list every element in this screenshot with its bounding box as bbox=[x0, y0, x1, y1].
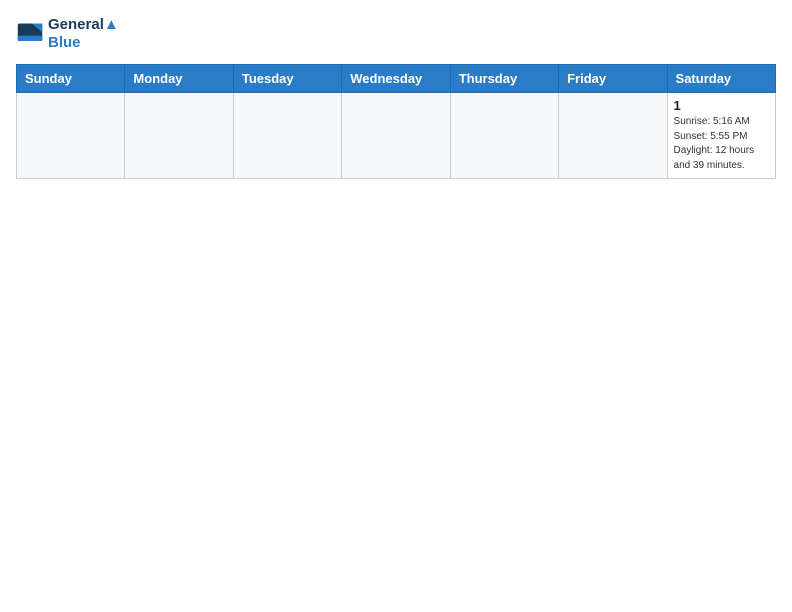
logo-text: General▲ Blue bbox=[48, 16, 119, 52]
day-header-saturday: Saturday bbox=[667, 65, 775, 93]
calendar-cell-empty bbox=[17, 93, 125, 179]
logo: General▲ Blue bbox=[16, 16, 119, 52]
calendar-cell: 1 Sunrise: 5:16 AMSunset: 5:55 PMDaylight… bbox=[667, 93, 775, 179]
calendar-header-row: SundayMondayTuesdayWednesdayThursdayFrid… bbox=[17, 65, 776, 93]
calendar-cell-empty bbox=[125, 93, 233, 179]
day-header-sunday: Sunday bbox=[17, 65, 125, 93]
calendar-cell-empty bbox=[233, 93, 341, 179]
calendar-week-row: 1 Sunrise: 5:16 AMSunset: 5:55 PMDaylight… bbox=[17, 93, 776, 179]
day-header-monday: Monday bbox=[125, 65, 233, 93]
page-header: General▲ Blue bbox=[16, 16, 776, 52]
day-header-friday: Friday bbox=[559, 65, 667, 93]
day-header-wednesday: Wednesday bbox=[342, 65, 450, 93]
calendar-cell-empty bbox=[342, 93, 450, 179]
day-number: 1 bbox=[674, 98, 769, 113]
calendar-cell-empty bbox=[450, 93, 558, 179]
day-header-tuesday: Tuesday bbox=[233, 65, 341, 93]
day-header-thursday: Thursday bbox=[450, 65, 558, 93]
cell-content: Sunrise: 5:16 AMSunset: 5:55 PMDaylight:… bbox=[674, 115, 769, 173]
calendar-table: SundayMondayTuesdayWednesdayThursdayFrid… bbox=[16, 64, 776, 179]
calendar-cell-empty bbox=[559, 93, 667, 179]
logo-icon bbox=[16, 20, 44, 48]
